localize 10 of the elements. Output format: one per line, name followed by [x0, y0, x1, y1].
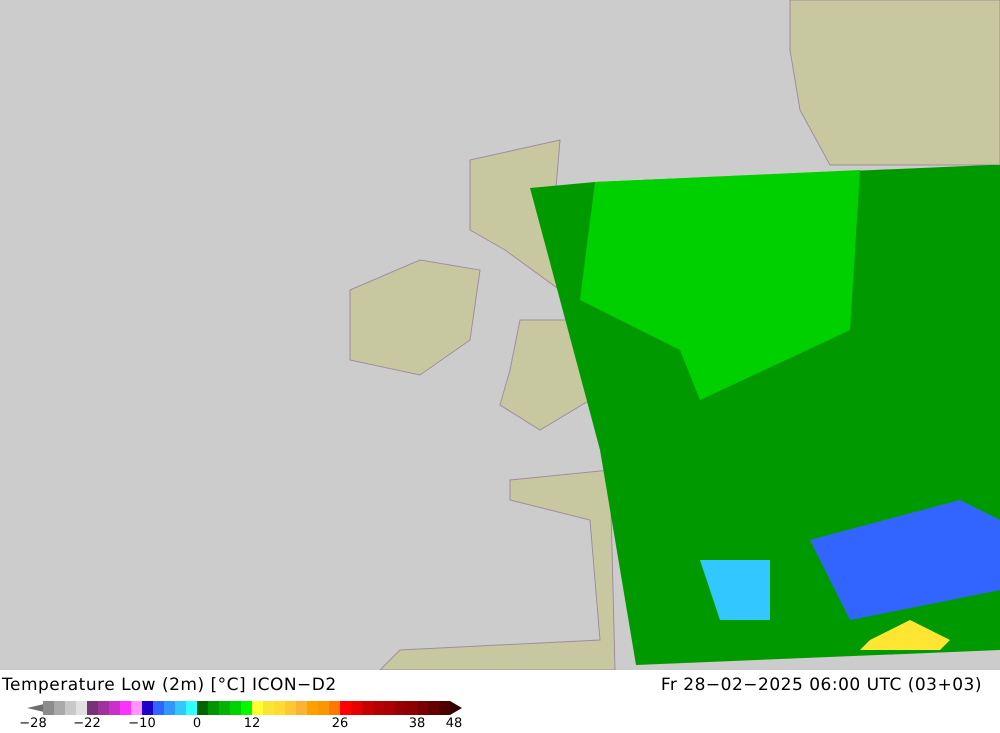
tick-label: 48: [446, 716, 462, 732]
map-title: Temperature Low (2m) [°C] ICON−D2: [2, 675, 337, 697]
valid-time: Fr 28−02−2025 06:00 UTC (03+03): [660, 675, 982, 697]
tick-label: −22: [73, 716, 101, 732]
tick-label: 38: [408, 716, 426, 732]
tick-label: −28: [19, 716, 47, 732]
tick-label: 12: [244, 716, 260, 732]
tick-label: −10: [128, 716, 156, 732]
tick-label: 26: [332, 716, 348, 732]
tick-label: 0: [192, 716, 202, 732]
